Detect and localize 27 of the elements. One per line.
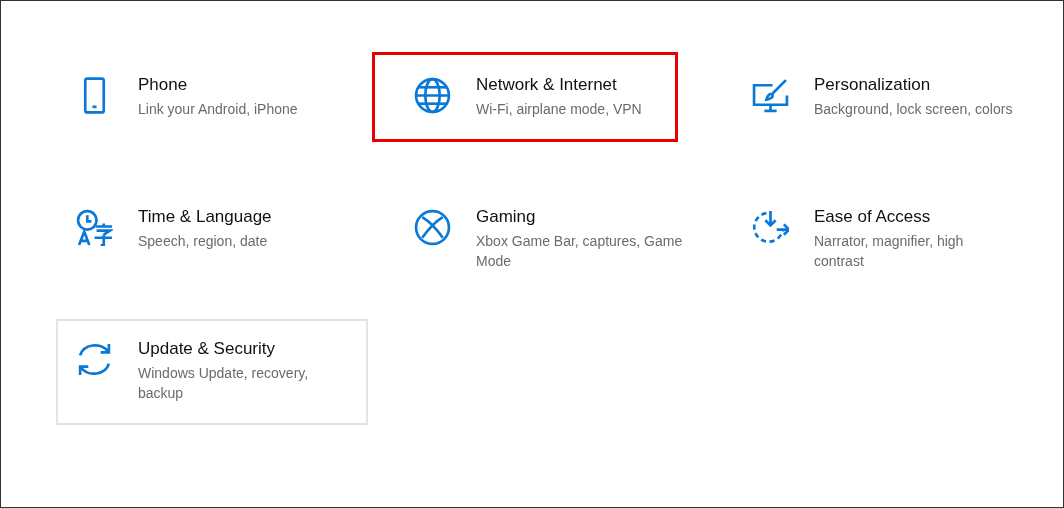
monitor-brush-icon <box>752 77 789 114</box>
tile-description: Xbox Game Bar, captures, Game Mode <box>476 232 684 271</box>
sync-arrows-icon <box>76 341 113 378</box>
settings-tile[interactable]: Network & Internet Wi-Fi, airplane mode, VPN <box>394 55 706 161</box>
settings-tile[interactable]: Time & Language Speech, region, date <box>56 187 368 293</box>
settings-tile[interactable]: Phone Link your Android, iPhone <box>56 55 368 161</box>
dashed-circle-arrows-icon <box>752 209 789 246</box>
tile-description: Link your Android, iPhone <box>138 100 299 119</box>
tile-description: Speech, region, date <box>138 232 269 251</box>
clock-language-icon <box>76 209 113 246</box>
tile-description: Windows Update, recovery, backup <box>138 364 310 403</box>
tile-title: Personalization <box>814 75 932 95</box>
tile-title: Update & Security <box>138 339 276 359</box>
settings-tile[interactable]: Gaming Xbox Game Bar, captures, Game Mode <box>394 187 706 293</box>
tile-title: Phone <box>138 75 189 95</box>
tile-description: Narrator, magnifier, high contrast <box>814 232 965 271</box>
circle-x-icon <box>414 209 451 246</box>
settings-tile[interactable]: Ease of Access Narrator, magnifier, high contrast <box>732 187 1044 293</box>
tile-description: Wi-Fi, airplane mode, VPN <box>476 100 643 119</box>
tile-title: Ease of Access <box>814 207 932 227</box>
tile-title: Gaming <box>476 207 537 227</box>
tile-title: Time & Language <box>138 207 273 227</box>
tile-description: Background, lock screen, colors <box>814 100 1014 119</box>
tile-title: Network & Internet <box>476 75 618 95</box>
globe-icon <box>414 77 451 114</box>
settings-tile[interactable]: Personalization Background, lock screen, colors <box>732 55 1044 161</box>
settings-tile[interactable]: Update & Security Windows Update, recovery, backup <box>56 319 368 425</box>
